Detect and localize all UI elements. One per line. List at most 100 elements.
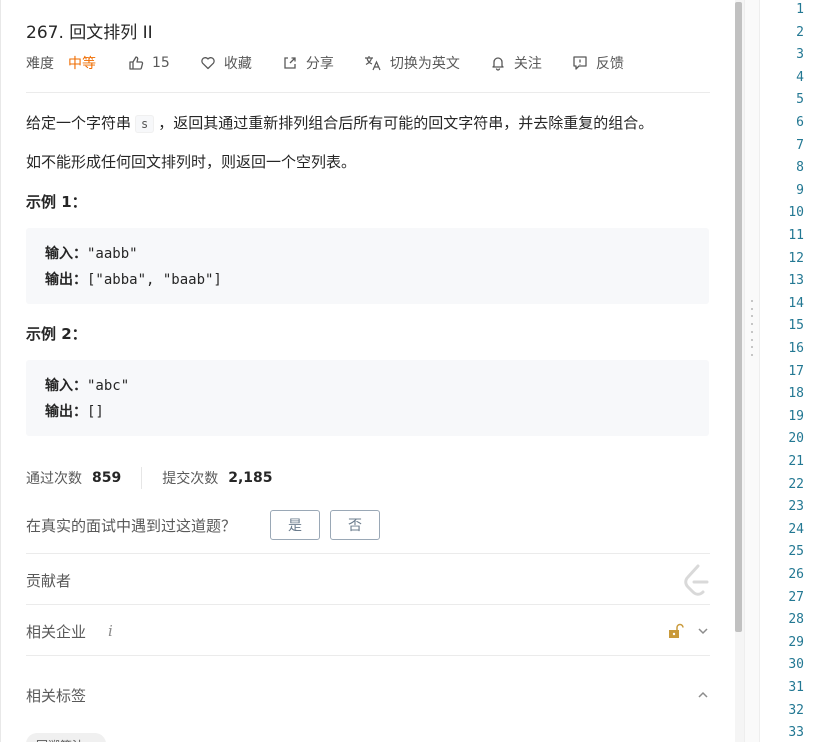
favorite-button[interactable]: 收藏 [200, 53, 252, 73]
example-2-input: 输入："abc" [45, 373, 690, 399]
follow-label: 关注 [513, 56, 542, 72]
stats-separator [141, 467, 143, 489]
line-number: 18 [788, 386, 804, 402]
feedback-icon [573, 56, 587, 70]
description-paragraph-1: 给定一个字符串 s ，返回其通过重新排列组合后所有可能的回文字符串，并去除重复的组合… [26, 112, 653, 133]
line-number: 4 [796, 69, 804, 85]
problem-meta-row: 难度 中等 15 收藏 分享 切换为英文 关注 反馈 [26, 52, 654, 74]
submissions-label: 提交次数 [162, 471, 219, 487]
unlock-icon [669, 623, 684, 638]
yes-button[interactable]: 是 [270, 510, 321, 540]
problem-title: 267. 回文排列 II [26, 23, 153, 43]
like-count: 15 [152, 55, 170, 71]
line-number: 25 [788, 544, 804, 560]
info-icon[interactable]: i [108, 622, 113, 640]
input-value: "aabb" [87, 246, 138, 262]
example-1-output: 输出：["abba", "baab"] [45, 267, 690, 293]
description-scrollbar-thumb[interactable] [735, 2, 742, 632]
switch-language-button[interactable]: 切换为英文 [364, 53, 460, 73]
divider [26, 655, 710, 656]
example-2-output: 输出：[] [45, 399, 690, 425]
share-label: 分享 [305, 56, 334, 72]
example-2-title: 示例 2： [26, 325, 87, 343]
submissions-count: 2,185 [228, 470, 273, 486]
input-value: "abc" [87, 378, 130, 394]
description-text: 给定一个字符串 [26, 114, 132, 132]
divider [26, 92, 710, 93]
line-number: 10 [788, 205, 804, 221]
line-number: 15 [788, 318, 804, 334]
accepted-count: 859 [92, 470, 122, 486]
chevron-up-icon[interactable] [696, 688, 710, 702]
difficulty-value: 中等 [68, 56, 96, 72]
difficulty-label: 难度 [26, 56, 54, 72]
example-2-block: 输入："abc" 输出：[] [26, 360, 709, 436]
line-number: 1 [796, 2, 804, 17]
line-number: 8 [796, 160, 804, 176]
input-label: 输入： [45, 378, 87, 394]
no-button[interactable]: 否 [330, 510, 381, 540]
description-panel: 267. 回文排列 II 难度 中等 15 收藏 分享 切换为英文 关注 反馈 [0, 0, 734, 742]
share-button[interactable]: 分享 [282, 53, 334, 73]
leetcode-logo-icon [684, 564, 709, 596]
example-1-title: 示例 1： [26, 193, 87, 211]
divider [26, 604, 710, 605]
tags-section[interactable]: 相关标签 [26, 670, 710, 720]
like-button[interactable]: 15 [128, 55, 170, 71]
output-label: 输出： [45, 272, 87, 288]
line-number: 11 [788, 228, 804, 243]
chevron-down-icon[interactable] [696, 624, 710, 638]
translate-icon [364, 56, 381, 71]
line-number: 27 [788, 589, 804, 605]
switch-language-label: 切换为英文 [389, 56, 460, 72]
divider [26, 553, 710, 554]
resize-grip-icon [751, 300, 753, 356]
line-number: 26 [788, 567, 804, 582]
line-number: 22 [788, 476, 804, 492]
feedback-button[interactable]: 反馈 [572, 53, 624, 73]
submission-stats: 通过次数 859 提交次数 2,185 [26, 466, 273, 490]
line-number: 29 [788, 634, 804, 650]
panel-resize-handle[interactable] [744, 0, 760, 742]
line-number: 9 [796, 182, 804, 198]
favorite-label: 收藏 [223, 56, 252, 72]
companies-section[interactable]: 相关企业 i [26, 606, 710, 656]
line-number: 12 [788, 250, 804, 266]
line-number: 3 [796, 47, 804, 63]
line-number: 17 [788, 363, 804, 379]
line-number: 7 [796, 137, 804, 153]
contributors-section[interactable]: 贡献者 [26, 555, 710, 605]
description-paragraph-2: 如不能形成任何回文排列时，则返回一个空列表。 [26, 153, 357, 171]
companies-label: 相关企业 [26, 622, 87, 641]
line-number: 21 [788, 454, 804, 469]
tag-chip[interactable]: 回溯算法 [26, 733, 106, 742]
bell-icon [492, 57, 504, 71]
interview-question-text: 在真实的面试中遇到过这道题？ [26, 516, 237, 535]
line-number: 2 [796, 24, 804, 40]
example-1-block: 输入："aabb" 输出：["abba", "baab"] [26, 228, 709, 304]
share-icon [284, 57, 296, 69]
line-number: 23 [788, 499, 804, 515]
line-number: 32 [788, 702, 804, 718]
line-number: 19 [788, 408, 804, 424]
output-label: 输出： [45, 404, 87, 420]
feedback-label: 反馈 [595, 56, 624, 72]
line-number: 16 [788, 341, 804, 356]
heart-icon [201, 57, 215, 70]
line-number: 33 [788, 725, 804, 741]
output-value: [] [87, 404, 104, 420]
code-editor-gutter: 1 2 3 4 5 6 7 8 9 10 11 12 13 14 15 16 17 18 19 20 21 22 23 24 2… [760, 0, 818, 742]
interview-question: 在真实的面试中遇到过这道题？ 是 否 [26, 510, 381, 540]
thumb-up-icon [129, 56, 144, 70]
input-label: 输入： [45, 246, 87, 262]
line-number: 5 [796, 92, 804, 108]
tags-label: 相关标签 [26, 686, 87, 705]
line-number: 6 [796, 115, 804, 130]
line-number: 20 [788, 431, 804, 447]
line-number: 14 [788, 295, 804, 311]
line-number: 30 [788, 657, 804, 673]
line-number: 28 [788, 612, 804, 628]
follow-button[interactable]: 关注 [490, 53, 542, 73]
line-number: 31 [788, 680, 804, 695]
description-text: ，返回其通过重新排列组合后所有可能的回文字符串，并去除重复的组合。 [158, 114, 654, 132]
